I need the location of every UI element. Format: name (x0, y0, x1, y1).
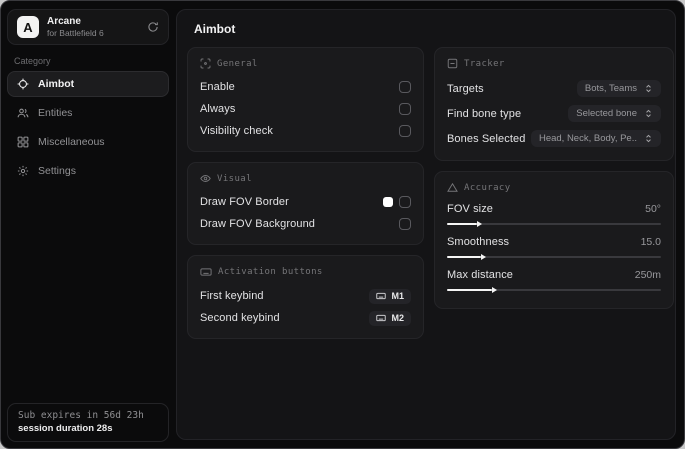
tracker-card: Tracker Targets Bots, Teams Find bone ty… (434, 47, 674, 161)
scan-icon (200, 58, 211, 69)
always-checkbox[interactable] (399, 103, 411, 115)
app-subtitle: for Battlefield 6 (47, 28, 104, 38)
gear-icon (17, 165, 29, 177)
bones-selected-select[interactable]: Head, Neck, Body, Pe.. (530, 130, 661, 147)
app-header: A Arcane for Battlefield 6 (7, 9, 169, 45)
targets-select[interactable]: Bots, Teams (576, 80, 661, 97)
card-title: General (217, 58, 258, 69)
fov-border-color-swatch[interactable] (383, 197, 393, 207)
slider-fill[interactable] (447, 221, 482, 227)
right-column: Tracker Targets Bots, Teams Find bone ty… (434, 47, 674, 319)
keyboard-icon (376, 313, 387, 323)
fov-size-slider[interactable] (447, 221, 661, 227)
max-distance-slider[interactable] (447, 287, 661, 293)
category-label: Category (14, 56, 51, 66)
setting-row: Targets Bots, Teams (447, 76, 661, 101)
setting-row: Enable (200, 76, 411, 98)
main-panel: Aimbot General Enable Always Visibility … (176, 9, 676, 440)
sidebar-item-label: Entities (38, 107, 73, 119)
slider-fill[interactable] (447, 287, 497, 293)
sidebar-item-miscellaneous[interactable]: Miscellaneous (7, 129, 169, 155)
refresh-icon[interactable] (147, 21, 159, 33)
sidebar-item-label: Miscellaneous (38, 136, 105, 148)
enable-checkbox[interactable] (399, 81, 411, 93)
card-title: Tracker (464, 58, 505, 69)
visual-card: Visual Draw FOV Border Draw FOV Backgrou… (187, 162, 424, 245)
crosshair-icon (17, 78, 29, 90)
setting-row: Max distance 250m (447, 266, 661, 293)
setting-row: First keybind M1 (200, 285, 411, 307)
sidebar: A Arcane for Battlefield 6 Category Aimb… (1, 1, 176, 448)
sidebar-item-settings[interactable]: Settings (7, 158, 169, 184)
find-bone-type-select[interactable]: Selected bone (568, 105, 661, 122)
setting-row: Draw FOV Border (200, 191, 411, 213)
grid-icon (17, 136, 29, 148)
chevron-up-down-icon (644, 84, 653, 93)
setting-row: Bones Selected Head, Neck, Body, Pe.. (447, 126, 661, 151)
app-name: Arcane (47, 16, 81, 27)
sub-expiry-text: Sub expires in 56d 23h (18, 410, 144, 421)
app-logo: A (17, 16, 39, 38)
setting-row: Draw FOV Background (200, 213, 411, 235)
sidebar-item-entities[interactable]: Entities (7, 100, 169, 126)
slider-fill[interactable] (447, 254, 487, 260)
card-title: Visual (217, 173, 252, 184)
fov-size-value: 50° (645, 203, 661, 215)
page-title: Aimbot (194, 22, 236, 36)
setting-row: Second keybind M2 (200, 307, 411, 329)
sidebar-item-label: Aimbot (38, 78, 75, 90)
keyboard-icon (200, 266, 212, 278)
keyboard-icon (376, 291, 387, 301)
setting-row: Find bone type Selected bone (447, 101, 661, 126)
setting-row: Visibility check (200, 120, 411, 142)
card-title: Activation buttons (218, 267, 323, 277)
subscription-info: Sub expires in 56d 23h session duration … (7, 403, 169, 442)
second-keybind-button[interactable]: M2 (369, 310, 411, 326)
app-window: A Arcane for Battlefield 6 Category Aimb… (0, 0, 685, 449)
setting-row: Always (200, 98, 411, 120)
sidebar-item-aimbot[interactable]: Aimbot (7, 71, 169, 97)
draw-fov-border-checkbox[interactable] (399, 196, 411, 208)
sidebar-item-label: Settings (38, 165, 76, 177)
users-icon (17, 107, 29, 119)
chevron-up-down-icon (644, 134, 653, 143)
accuracy-card: Accuracy FOV size 50° Smoothness 15.0 Ma… (434, 171, 674, 309)
category-nav: Aimbot Entities Miscellaneous Settings (7, 71, 169, 187)
session-duration-text: session duration 28s (18, 423, 113, 434)
setting-row: Smoothness 15.0 (447, 233, 661, 260)
general-card: General Enable Always Visibility check (187, 47, 424, 152)
first-keybind-button[interactable]: M1 (369, 288, 411, 304)
visibility-check-checkbox[interactable] (399, 125, 411, 137)
setting-row: FOV size 50° (447, 200, 661, 227)
max-distance-value: 250m (634, 269, 661, 281)
card-title: Accuracy (464, 182, 511, 193)
square-minus-icon (447, 58, 458, 69)
draw-fov-background-checkbox[interactable] (399, 218, 411, 230)
eye-icon (200, 173, 211, 184)
activation-buttons-card: Activation buttons First keybind M1 Seco… (187, 255, 424, 339)
triangle-icon (447, 182, 458, 193)
smoothness-value: 15.0 (640, 236, 661, 248)
left-column: General Enable Always Visibility check V… (187, 47, 424, 349)
smoothness-slider[interactable] (447, 254, 661, 260)
chevron-up-down-icon (644, 109, 653, 118)
